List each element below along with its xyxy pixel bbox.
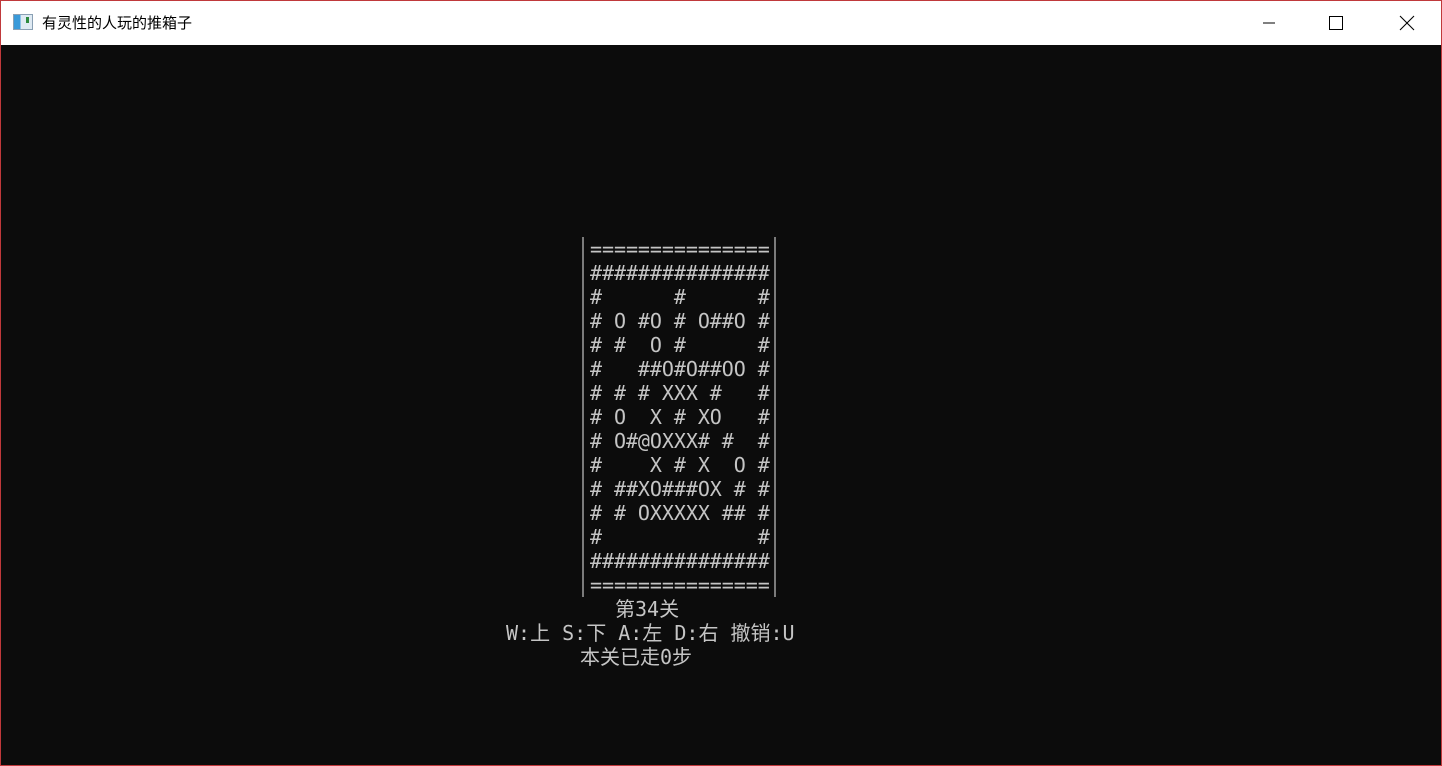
board-row: # # OXXXXX ## # <box>590 501 770 525</box>
board-row: # # # <box>590 285 770 309</box>
minimize-icon <box>1263 22 1275 24</box>
console-app-icon[interactable] <box>13 14 33 30</box>
console-window: 有灵性的人玩的推箱子 =============== #############… <box>0 0 1442 766</box>
title-bar[interactable]: 有灵性的人玩的推箱子 <box>1 1 1441 45</box>
level-label: 第34关 <box>615 597 680 621</box>
board-row: # O#@OXXX# # # <box>590 429 770 453</box>
board-row: # # <box>590 525 770 549</box>
console-output[interactable]: =============== ############### # # # # … <box>1 45 1441 765</box>
close-button[interactable] <box>1384 1 1430 45</box>
board-row: =============== <box>590 573 770 597</box>
board-row: =============== <box>590 237 770 261</box>
board-row: ############### <box>590 261 770 285</box>
board-row: # # O # # <box>590 333 770 357</box>
close-icon <box>1399 15 1415 31</box>
sokoban-board: =============== ############### # # # # … <box>590 237 770 597</box>
board-row: # O #O # O##O # <box>590 309 770 333</box>
board-row: ############### <box>590 549 770 573</box>
minimize-button[interactable] <box>1246 1 1292 45</box>
board-row: # X # X O # <box>590 453 770 477</box>
board-row: # # # XXX # # <box>590 381 770 405</box>
maximize-button[interactable] <box>1313 1 1359 45</box>
maximize-icon <box>1329 16 1343 30</box>
board-row: # O X # XO # <box>590 405 770 429</box>
board-row: # ##O#O##OO # <box>590 357 770 381</box>
board-row: # ##XO###OX # # <box>590 477 770 501</box>
step-counter: 本关已走0步 <box>580 645 693 669</box>
window-title: 有灵性的人玩的推箱子 <box>42 14 193 32</box>
controls-help: W:上 S:下 A:左 D:右 撤销:U <box>506 621 795 645</box>
